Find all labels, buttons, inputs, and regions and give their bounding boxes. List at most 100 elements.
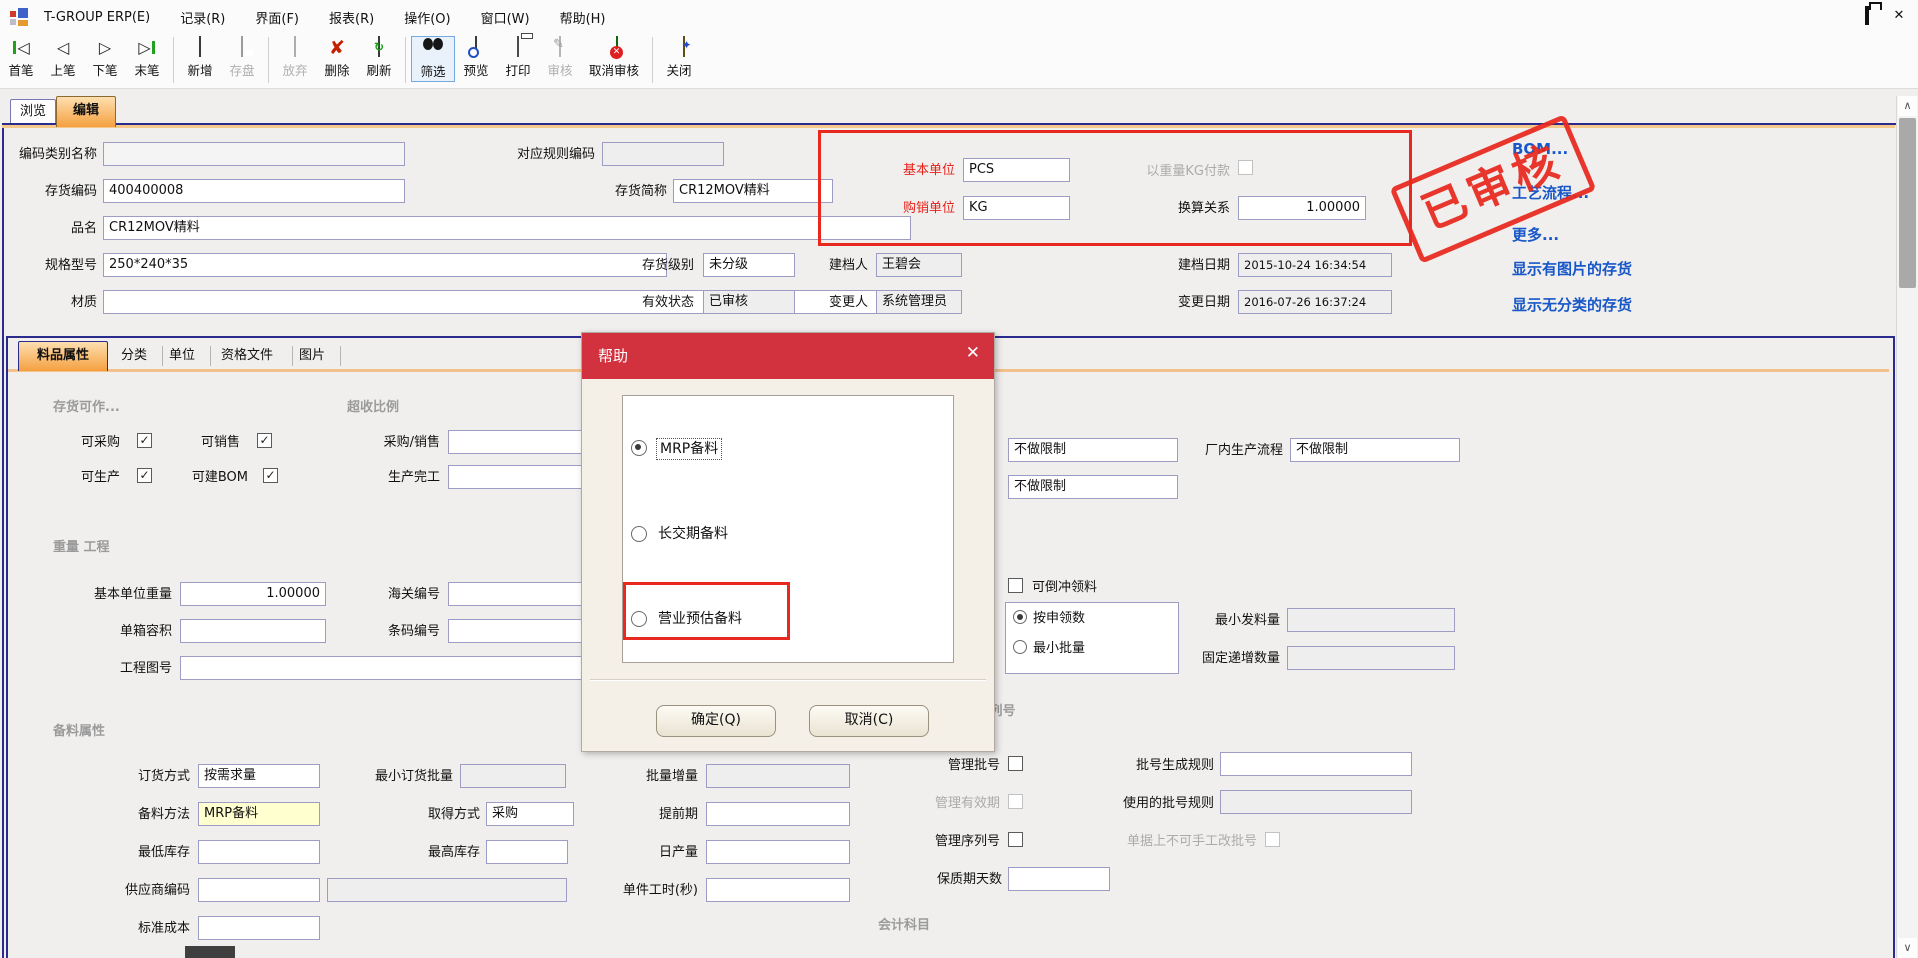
daily-output-field[interactable] — [706, 840, 850, 864]
supplier-code-dropdown[interactable] — [198, 878, 320, 902]
link-show-with-images[interactable]: 显示有图片的存货 — [1512, 258, 1632, 279]
long-leadtime-option[interactable]: 长交期备料 — [658, 524, 728, 544]
issue-by-request-radio[interactable] — [1013, 610, 1027, 624]
box-volume-field[interactable] — [180, 619, 326, 643]
toolbar-first-button[interactable]: ◁ 首笔 — [0, 36, 42, 80]
mrp-stock-option[interactable]: MRP备料 — [656, 438, 722, 460]
base-weight-field[interactable]: 1.00000 — [180, 582, 326, 606]
create-date-field: 2015-10-24 16:34:54 — [1238, 253, 1392, 277]
vertical-scrollbar[interactable]: ∧ ∨ — [1896, 96, 1918, 958]
stock-method-dropdown[interactable]: MRP备料 — [198, 802, 320, 826]
toolbar-preview-button[interactable]: 预览 — [455, 36, 497, 80]
toolbar-label: 末笔 — [127, 60, 167, 79]
toolbar-cancel-audit-button[interactable]: ✕ 取消审核 — [581, 36, 647, 80]
shelf-days-field[interactable] — [1008, 867, 1110, 891]
toolbar-last-button[interactable]: ▷ 末笔 — [126, 36, 168, 80]
barcode-field[interactable] — [448, 619, 594, 643]
subtab-images[interactable]: 图片 — [294, 346, 341, 366]
over-production-field[interactable] — [448, 465, 594, 489]
link-show-unclassified[interactable]: 显示无分类的存货 — [1512, 294, 1632, 315]
limit-dropdown-1[interactable]: 不做限制 — [1008, 438, 1178, 462]
toolbar-audit-button: ✎ 审核 — [539, 36, 581, 80]
min-issue-field — [1287, 608, 1455, 632]
toolbar-new-button[interactable]: 新增 — [179, 36, 221, 80]
manage-batch-checkbox[interactable] — [1008, 756, 1023, 771]
backflush-checkbox[interactable] — [1008, 578, 1023, 593]
coding-class-field[interactable] — [103, 142, 405, 166]
customs-code-field[interactable] — [448, 582, 594, 606]
menu-item-operation[interactable]: 操作(O) — [404, 8, 450, 27]
acquire-mode-dropdown[interactable]: 采购 — [486, 802, 574, 826]
purchasable-checkbox[interactable] — [137, 433, 152, 448]
toolbar-delete-button[interactable]: ✘ 删除 — [316, 36, 358, 80]
over-purchase-sale-field[interactable] — [448, 430, 594, 454]
menu-item-report[interactable]: 报表(R) — [329, 8, 374, 27]
ok-button[interactable]: 确定(Q) — [656, 705, 776, 737]
toolbar-filter-button[interactable]: 筛选 — [411, 36, 455, 82]
subtab-classification[interactable]: 分类 — [116, 346, 163, 366]
tab-browse[interactable]: 浏览 — [10, 99, 56, 124]
cancel-button[interactable]: 取消(C) — [809, 705, 929, 737]
close-icon[interactable]: ✕ — [1890, 7, 1908, 25]
toolbar-label: 预览 — [456, 60, 496, 79]
mrp-stock-radio[interactable] — [631, 440, 647, 456]
name-field[interactable]: CR12MOV精料 — [103, 216, 911, 240]
help-dialog-titlebar[interactable]: 帮助 ✕ — [582, 333, 994, 379]
inv-short-field[interactable]: CR12MOV精料 — [673, 179, 833, 203]
over-production-label: 生产完工 — [360, 469, 440, 487]
limit-dropdown-2[interactable]: 不做限制 — [1008, 475, 1178, 499]
can-build-bom-checkbox[interactable] — [263, 468, 278, 483]
create-date-label: 建档日期 — [1130, 257, 1230, 275]
order-mode-dropdown[interactable]: 按需求量 — [198, 764, 320, 788]
purchasable-label: 可采购 — [68, 434, 120, 452]
order-mode-label: 订货方式 — [98, 768, 190, 786]
toolbar-separator — [173, 37, 174, 83]
dialog-close-icon[interactable]: ✕ — [966, 343, 980, 363]
toolbar-next-button[interactable]: ▷ 下笔 — [84, 36, 126, 80]
factory-flow-label: 厂内生产流程 — [1183, 442, 1283, 460]
manage-serial-checkbox[interactable] — [1008, 832, 1023, 847]
batch-increment-label: 批量增量 — [610, 768, 698, 786]
toolbar-label: 放弃 — [275, 60, 315, 79]
toolbar-print-button[interactable]: 打印 — [497, 36, 539, 80]
menu-item-help[interactable]: 帮助(H) — [560, 8, 606, 27]
batch-rule-dropdown[interactable] — [1220, 752, 1412, 776]
close-door-icon: ✦ — [659, 37, 699, 59]
menu-item-app[interactable]: T-GROUP ERP(E) — [44, 10, 150, 25]
spec-field[interactable]: 250*240*35 — [103, 253, 667, 277]
unit-time-field[interactable] — [706, 878, 850, 902]
tab-edit[interactable]: 编辑 — [56, 96, 116, 127]
scrollbar-thumb[interactable] — [1899, 118, 1916, 288]
menu-item-record[interactable]: 记录(R) — [180, 8, 225, 27]
drawing-no-field[interactable] — [180, 656, 592, 680]
toolbar-prev-button[interactable]: ◁ 上笔 — [42, 36, 84, 80]
inv-code-field[interactable]: 400400008 — [103, 179, 405, 203]
toolbar-refresh-button[interactable]: ↻ 刷新 — [358, 36, 400, 80]
restore-icon[interactable] — [1858, 7, 1876, 25]
scroll-up-icon[interactable]: ∧ — [1898, 96, 1917, 116]
minimize-icon[interactable] — [1826, 7, 1844, 25]
base-weight-label: 基本单位重量 — [60, 586, 172, 604]
sellable-checkbox[interactable] — [257, 433, 272, 448]
app-logo-icon — [10, 8, 28, 26]
producible-checkbox[interactable] — [137, 468, 152, 483]
modifier-field: 系统管理员 — [876, 290, 962, 314]
menu-item-interface[interactable]: 界面(F) — [255, 8, 299, 27]
subtab-item-attributes[interactable]: 料品属性 — [18, 341, 108, 371]
link-more[interactable]: 更多... — [1512, 224, 1559, 245]
long-leadtime-radio[interactable] — [631, 526, 647, 542]
subtab-units[interactable]: 单位 — [164, 346, 211, 366]
menu-item-window[interactable]: 窗口(W) — [481, 8, 530, 27]
lead-time-field[interactable] — [706, 802, 850, 826]
toolbar-label: 关闭 — [659, 60, 699, 79]
subtab-qualification[interactable]: 资格文件 — [212, 346, 293, 366]
min-stock-field[interactable] — [198, 840, 320, 864]
std-cost-field[interactable] — [198, 916, 320, 940]
issue-by-minbatch-radio[interactable] — [1013, 640, 1027, 654]
issue-by-minbatch-label: 最小批量 — [1033, 640, 1153, 658]
max-stock-field[interactable] — [486, 840, 568, 864]
factory-flow-dropdown[interactable]: 不做限制 — [1290, 438, 1460, 462]
producible-label: 可生产 — [68, 469, 120, 487]
scroll-down-icon[interactable]: ∨ — [1898, 938, 1917, 958]
toolbar-close-button[interactable]: ✦ 关闭 — [658, 36, 700, 80]
